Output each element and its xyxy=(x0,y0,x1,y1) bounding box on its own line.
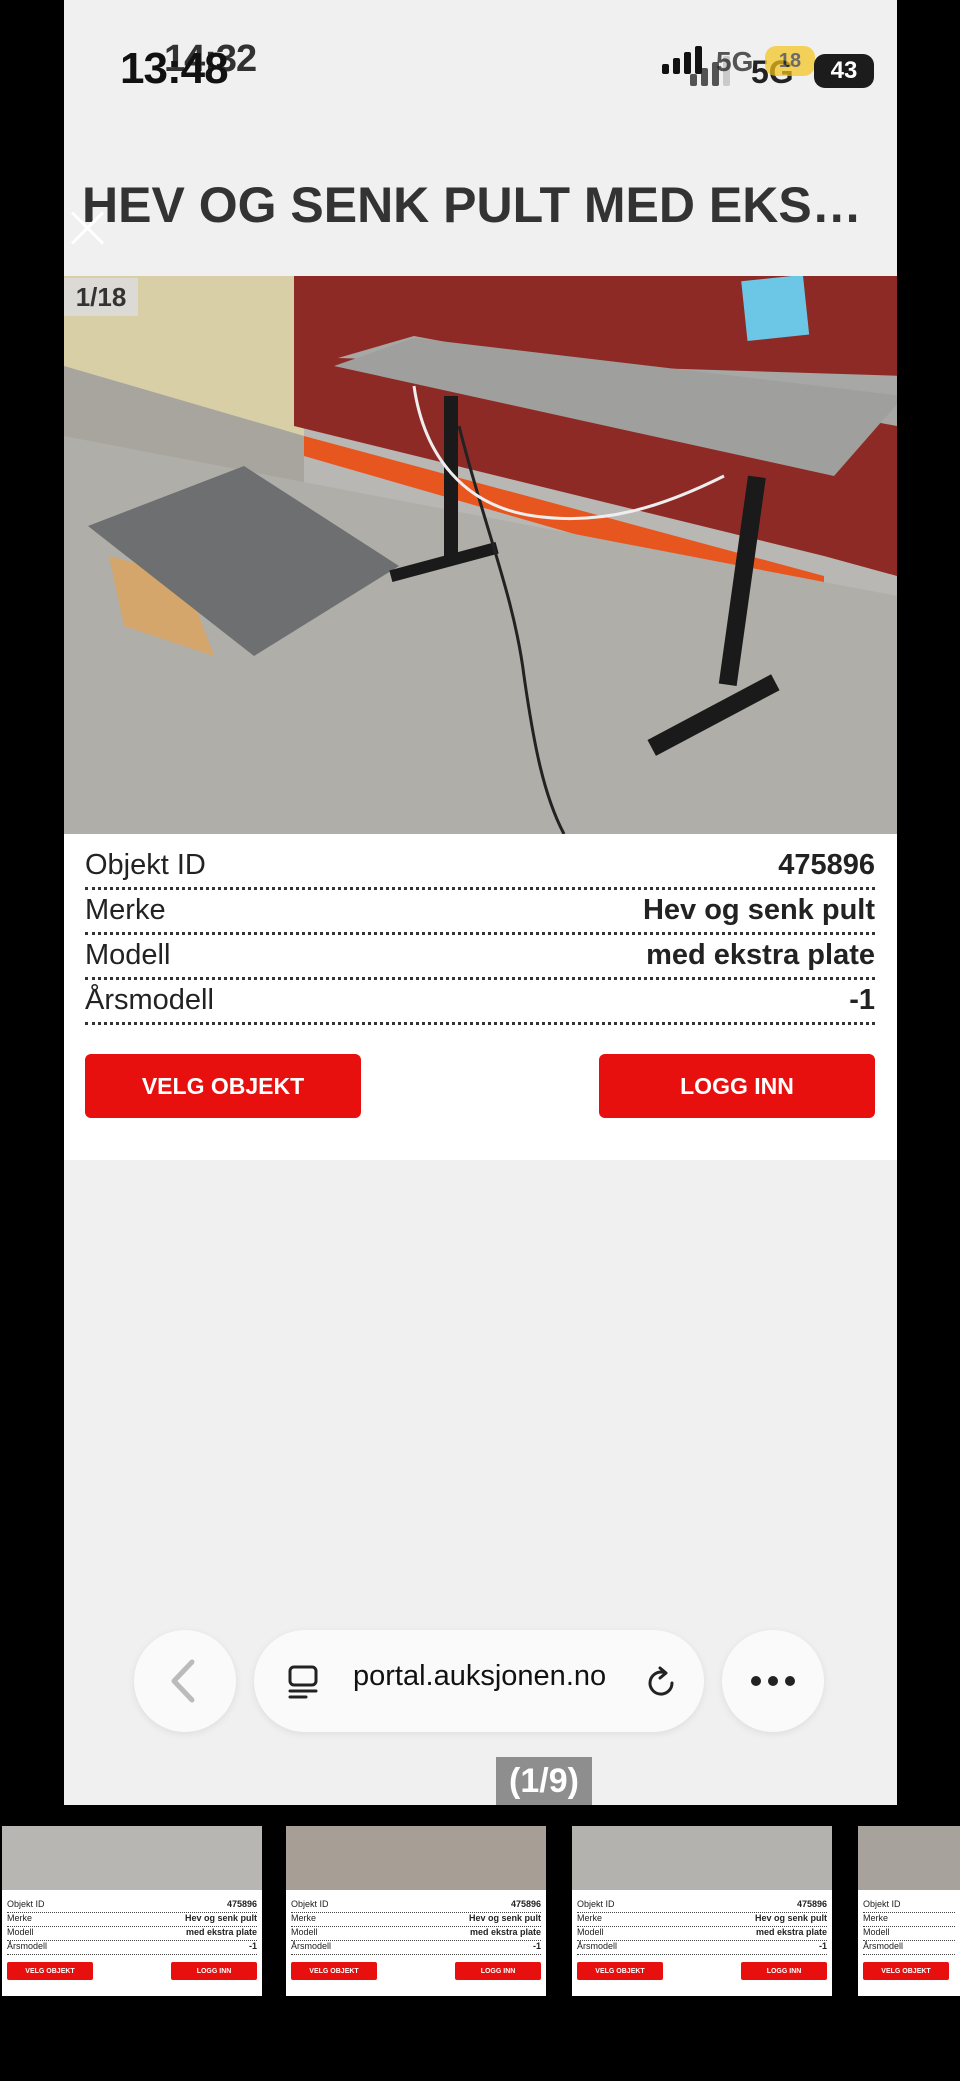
thumbnail-photo xyxy=(858,1826,960,1890)
thumb-spec-row: Årsmodell -1 xyxy=(7,1941,257,1955)
thumb-login-button: LOGG INN xyxy=(455,1962,541,1980)
thumb-spec-row: Årsmodell xyxy=(863,1941,955,1955)
item-title: HEV OG SENK PULT MED EKS… xyxy=(82,177,862,233)
thumbnail-photo xyxy=(2,1826,262,1890)
page-counter: (1/9) xyxy=(496,1757,592,1805)
spec-value: Hev og senk pult xyxy=(642,893,875,926)
spec-value: -1 xyxy=(849,983,875,1016)
thumb-select-button: VELG OBJEKT xyxy=(577,1962,663,1980)
spec-value: med ekstra plate xyxy=(646,938,875,971)
spec-row-brand: Merke Hev og senk pult xyxy=(85,888,875,935)
thumb-spec-row: Modell med ekstra plate xyxy=(291,1927,541,1941)
spec-label: Merke xyxy=(85,893,166,926)
more-button[interactable] xyxy=(722,1630,824,1732)
select-object-button[interactable]: VELG OBJEKT xyxy=(85,1054,361,1118)
spec-row-year: Årsmodell -1 xyxy=(85,978,875,1025)
page-menu-icon[interactable] xyxy=(286,1664,322,1700)
thumb-spec-row: Merke xyxy=(863,1913,955,1927)
thumb-login-button: LOGG INN xyxy=(171,1962,257,1980)
thumbnail-photo xyxy=(572,1826,832,1890)
thumbnail[interactable]: Objekt ID 475896 Merke Hev og senk pult Mo… xyxy=(572,1826,832,1996)
thumb-spec-row: Objekt ID 475896 xyxy=(7,1899,257,1913)
status-time-overlay: 14:32 xyxy=(164,38,257,80)
reload-icon[interactable] xyxy=(642,1664,680,1702)
thumb-spec-row: Merke Hev og senk pult xyxy=(577,1913,827,1927)
thumb-select-button: VELG OBJEKT xyxy=(863,1962,949,1980)
back-button[interactable] xyxy=(134,1630,236,1732)
thumb-select-button: VELG OBJEKT xyxy=(291,1962,377,1980)
thumb-login-button: LOGG INN xyxy=(741,1962,827,1980)
image-counter: 1/18 xyxy=(64,278,138,316)
thumbnail[interactable]: Objekt ID 475896 Merke Hev og senk pult Mo… xyxy=(286,1826,546,1996)
network-overlay-label: 5G xyxy=(716,46,754,77)
spec-label: Modell xyxy=(85,938,171,971)
battery-overlay-icon: 18 xyxy=(765,46,815,76)
spec-row-model: Modell med ekstra plate xyxy=(85,933,875,980)
thumb-spec-row: Årsmodell -1 xyxy=(577,1941,827,1955)
thumb-spec-row: Modell med ekstra plate xyxy=(577,1927,827,1941)
thumb-spec-row: Objekt ID 475896 xyxy=(291,1899,541,1913)
login-button[interactable]: LOGG INN xyxy=(599,1054,875,1118)
chevron-left-icon xyxy=(171,1659,195,1703)
thumb-spec-row: Objekt ID 475896 xyxy=(577,1899,827,1913)
thumb-select-button: VELG OBJEKT xyxy=(7,1962,93,1980)
battery-icon: 43 xyxy=(814,54,874,88)
thumbnail-partial[interactable]: Objekt ID Merke Modell Årsmodell VELG OB… xyxy=(858,1826,960,1996)
thumb-spec-row: Årsmodell -1 xyxy=(291,1941,541,1955)
thumb-spec-row: Modell xyxy=(863,1927,955,1941)
more-dots-icon xyxy=(751,1676,795,1686)
spec-value: 475896 xyxy=(778,848,875,881)
thumb-spec-row: Merke Hev og senk pult xyxy=(7,1913,257,1927)
thumb-spec-row: Objekt ID xyxy=(863,1899,955,1913)
phone-screen: 13:48 14:32 5G 5G 18 43 HEV OG SENK PULT… xyxy=(64,0,897,1805)
spec-label: Objekt ID xyxy=(85,848,206,881)
thumb-spec-row: Modell med ekstra plate xyxy=(7,1927,257,1941)
close-icon[interactable] xyxy=(66,206,110,250)
url-text[interactable]: portal.auksjonen.no xyxy=(353,1660,606,1693)
item-photo[interactable] xyxy=(64,276,897,834)
thumbnail-photo xyxy=(286,1826,546,1890)
thumb-spec-row: Merke Hev og senk pult xyxy=(291,1913,541,1927)
thumbnail[interactable]: Objekt ID 475896 Merke Hev og senk pult Mo… xyxy=(2,1826,262,1996)
spec-label: Årsmodell xyxy=(85,983,214,1016)
spec-row-object-id: Objekt ID 475896 xyxy=(85,843,875,890)
